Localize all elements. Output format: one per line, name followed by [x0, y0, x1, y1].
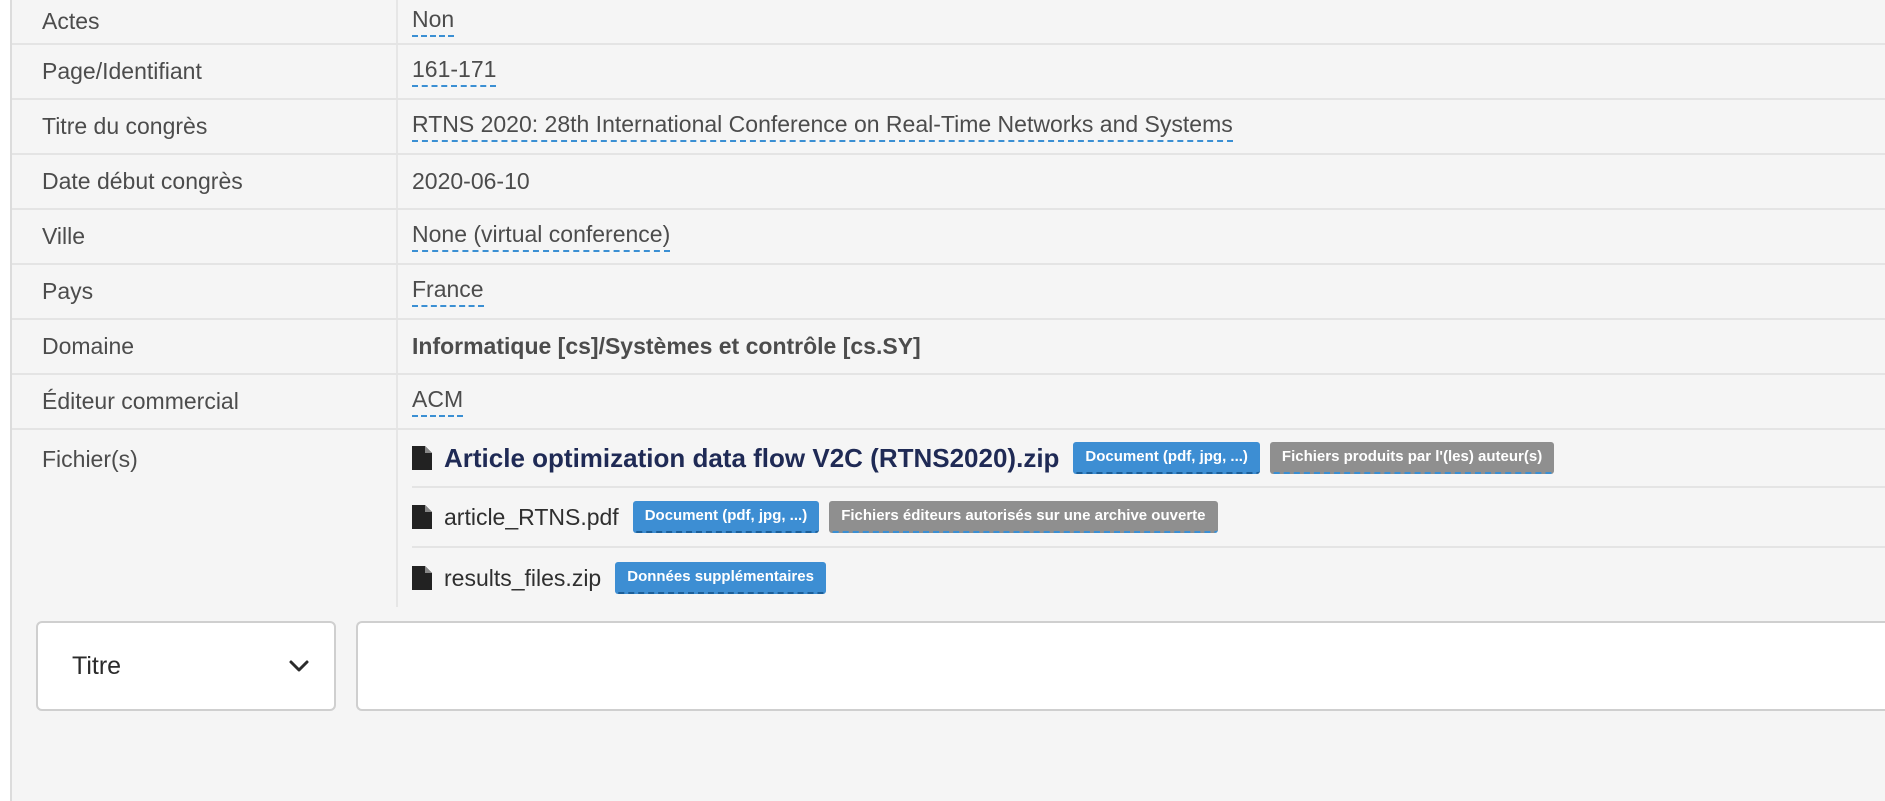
row-value: RTNS 2020: 28th International Conference… [412, 100, 1233, 153]
row-label: Pays [42, 278, 94, 304]
column-divider [396, 210, 398, 263]
row-label: Titre du congrès [42, 113, 208, 139]
file-link[interactable]: Article optimization data flow V2C (RTNS… [444, 443, 1059, 474]
column-divider [396, 375, 398, 428]
document-type-badge[interactable]: Document (pdf, jpg, ...) [632, 501, 820, 533]
chevron-down-icon [288, 655, 310, 677]
row-date-debut: Date début congrès 2020-06-10 [12, 155, 1885, 210]
column-divider [396, 0, 398, 43]
file-list: Article optimization data flow V2C (RTNS… [412, 430, 1885, 608]
file-origin-badge[interactable]: Fichiers éditeurs autorisés sur une arch… [829, 501, 1218, 533]
left-gutter [0, 0, 10, 801]
editeur-link[interactable]: ACM [412, 386, 464, 417]
row-value: None (virtual conference) [412, 210, 671, 263]
row-value: 161-171 [412, 45, 497, 98]
file-link[interactable]: article_RTNS.pdf [444, 504, 619, 531]
row-label: Ville [42, 223, 86, 249]
row-fichiers: Fichier(s) Article optimization data flo… [12, 430, 1885, 612]
metadata-table: Actes Non Page/Identifiant 161-171 Titre… [12, 0, 1885, 612]
row-actes: Actes Non [12, 0, 1885, 45]
row-label: Date début congrès [42, 168, 243, 194]
file-item: article_RTNS.pdf Document (pdf, jpg, ...… [412, 488, 1885, 548]
pays-link[interactable]: France [412, 276, 484, 307]
row-domaine: Domaine Informatique [cs]/Systèmes et co… [12, 320, 1885, 375]
row-editeur: Éditeur commercial ACM [12, 375, 1885, 430]
row-label: Actes [42, 8, 100, 34]
search-field-select[interactable]: Titre [36, 621, 336, 711]
row-value: 2020-06-10 [412, 168, 530, 194]
file-item: Article optimization data flow V2C (RTNS… [412, 430, 1885, 488]
row-label: Page/Identifiant [42, 58, 202, 84]
file-link[interactable]: results_files.zip [444, 565, 601, 592]
domaine-value: Informatique [cs]/Systèmes et contrôle [… [412, 333, 921, 359]
row-page-identifiant: Page/Identifiant 161-171 [12, 45, 1885, 100]
row-value: Non [412, 0, 455, 43]
search-field-select-value: Titre [72, 651, 122, 680]
row-pays: Pays France [12, 265, 1885, 320]
search-area: Titre [12, 607, 1885, 801]
column-divider [396, 430, 398, 610]
column-divider [396, 320, 398, 373]
row-value: France [412, 265, 484, 318]
file-icon [412, 505, 432, 529]
column-divider [396, 100, 398, 153]
file-item: results_files.zip Données supplémentaire… [412, 548, 1885, 608]
row-titre-congres: Titre du congrès RTNS 2020: 28th Interna… [12, 100, 1885, 155]
search-input[interactable] [356, 621, 1885, 711]
titre-congres-link[interactable]: RTNS 2020: 28th International Conference… [412, 111, 1233, 142]
column-divider [396, 155, 398, 208]
row-label: Fichier(s) [42, 445, 138, 472]
row-ville: Ville None (virtual conference) [12, 210, 1885, 265]
supplementary-data-badge[interactable]: Données supplémentaires [615, 562, 826, 594]
row-value: ACM [412, 375, 464, 428]
row-label: Domaine [42, 333, 135, 359]
page-identifiant-link[interactable]: 161-171 [412, 56, 497, 87]
column-divider [396, 265, 398, 318]
ville-link[interactable]: None (virtual conference) [412, 221, 671, 252]
file-origin-badge[interactable]: Fichiers produits par l'(les) auteur(s) [1269, 442, 1555, 474]
file-icon [412, 566, 432, 590]
column-divider [396, 45, 398, 98]
row-label: Éditeur commercial [42, 388, 239, 414]
document-type-badge[interactable]: Document (pdf, jpg, ...) [1073, 442, 1260, 474]
actes-link[interactable]: Non [412, 6, 455, 37]
file-icon [412, 446, 432, 470]
